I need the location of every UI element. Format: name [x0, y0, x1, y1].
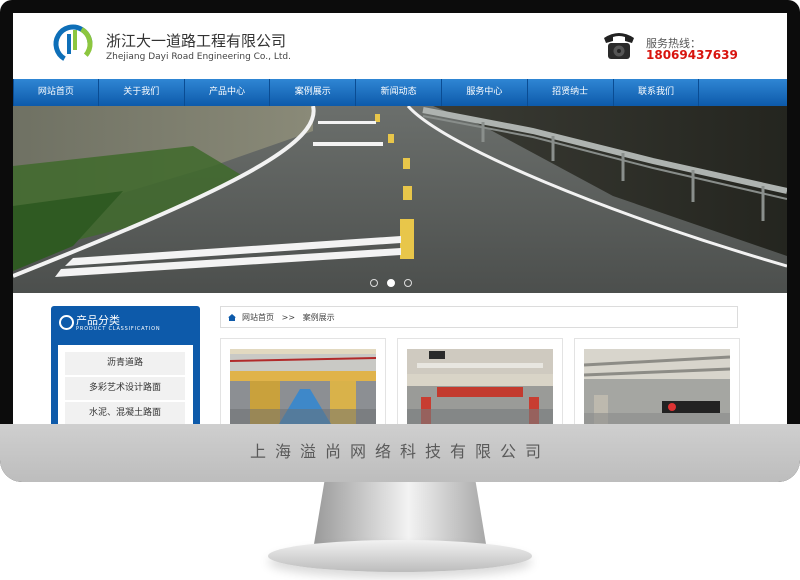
nav-item-cases[interactable]: 案例展示 — [270, 79, 357, 106]
case-image[interactable] — [230, 349, 376, 424]
nav-item-about[interactable]: 关于我们 — [99, 79, 185, 106]
case-card[interactable] — [220, 338, 386, 424]
company-logo-icon[interactable] — [51, 22, 95, 66]
circle-icon — [59, 315, 74, 330]
category-item-art-pavement[interactable]: 多彩艺术设计路面 — [65, 377, 185, 400]
monitor-stand-neck — [314, 482, 486, 544]
case-image[interactable] — [407, 349, 553, 424]
slider-dot-2[interactable] — [387, 279, 395, 287]
category-item-asphalt[interactable]: 沥青道路 — [65, 352, 185, 375]
case-card[interactable] — [574, 338, 740, 424]
home-icon — [228, 314, 236, 321]
nav-item-news[interactable]: 新闻动态 — [356, 79, 442, 106]
main-nav: 网站首页 关于我们 产品中心 案例展示 新闻动态 服务中心 招贤纳士 联系我们 — [13, 79, 787, 106]
case-card[interactable] — [397, 338, 563, 424]
company-name-en: Zhejiang Dayi Road Engineering Co., Ltd. — [106, 52, 291, 62]
slider-dot-1[interactable] — [370, 279, 378, 287]
breadcrumb-current: 案例展示 — [302, 313, 335, 322]
monitor-frame: 浙江大一道路工程有限公司 Zhejiang Dayi Road Engineer… — [0, 0, 800, 482]
nav-item-jobs[interactable]: 招贤纳士 — [528, 79, 614, 106]
slider-dot-3[interactable] — [404, 279, 412, 287]
slider-dots — [370, 279, 412, 287]
nav-item-service[interactable]: 服务中心 — [442, 79, 528, 106]
breadcrumb: 网站首页 >> 案例展示 — [220, 306, 738, 328]
breadcrumb-path: 网站首页 >> 案例展示 — [242, 312, 335, 323]
category-item-concrete[interactable]: 水泥、混凝土路面 — [65, 402, 185, 424]
hero-banner[interactable] — [13, 106, 787, 293]
sidebar-subtitle: PRODUCT CLASSIFICATION — [76, 326, 161, 332]
case-image[interactable] — [584, 349, 730, 424]
website-screen: 浙江大一道路工程有限公司 Zhejiang Dayi Road Engineer… — [13, 13, 787, 424]
nav-item-home[interactable]: 网站首页 — [13, 79, 99, 106]
breadcrumb-separator: >> — [281, 313, 296, 322]
nav-item-contact[interactable]: 联系我们 — [614, 79, 700, 106]
company-name: 浙江大一道路工程有限公司 — [106, 32, 287, 50]
telephone-icon — [604, 33, 634, 59]
monitor-brand-text: 上海溢尚网络科技有限公司 — [249, 442, 550, 461]
site-header: 浙江大一道路工程有限公司 Zhejiang Dayi Road Engineer… — [13, 13, 787, 79]
breadcrumb-home-link[interactable]: 网站首页 — [242, 313, 274, 322]
nav-item-products[interactable]: 产品中心 — [185, 79, 271, 106]
category-list: 沥青道路 多彩艺术设计路面 水泥、混凝土路面 — [58, 345, 193, 424]
product-category-panel: 产品分类 PRODUCT CLASSIFICATION 沥青道路 多彩艺术设计路… — [51, 306, 200, 424]
monitor-stand-base — [268, 540, 532, 572]
road-photo — [13, 106, 787, 293]
hotline-number[interactable]: 18069437639 — [646, 48, 738, 62]
